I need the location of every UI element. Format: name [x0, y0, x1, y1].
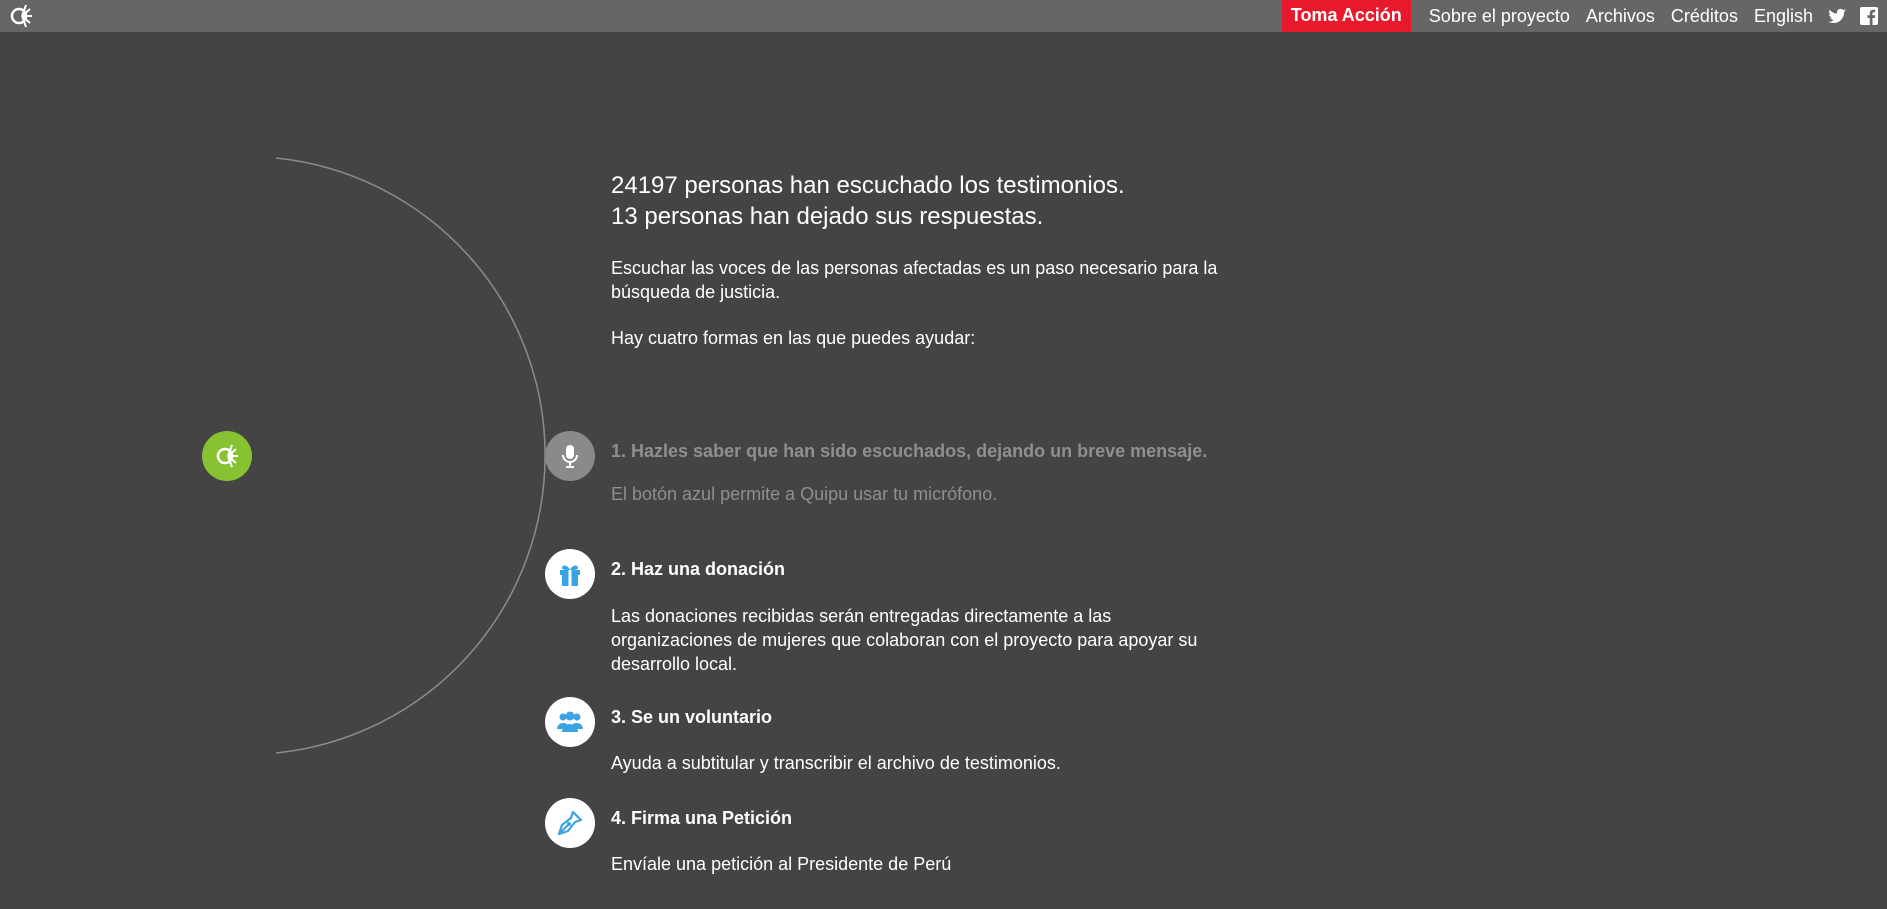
step-4-title: 4. Firma una Petición	[611, 808, 793, 828]
quipu-logo-icon[interactable]	[8, 3, 34, 29]
step-4-icon-circle[interactable]	[545, 798, 595, 848]
pen-nib-icon	[557, 810, 583, 836]
step-2-icon-circle[interactable]	[545, 549, 595, 599]
intro-section: 24197 personas han escuchado los testimo…	[611, 170, 1231, 350]
main-nav: Toma Acción Sobre el proyecto Archivos C…	[1281, 0, 1887, 32]
quipu-hub-icon	[216, 444, 238, 468]
step-1-description: El botón azul permite a Quipu usar tu mi…	[611, 484, 998, 504]
nav-link-about[interactable]: Sobre el proyecto	[1429, 0, 1570, 32]
step-2-title: 2. Haz una donación	[611, 559, 786, 579]
help-intro: Hay cuatro formas en las que puedes ayud…	[611, 328, 976, 348]
responses-count: 13 personas han dejado sus respuestas.	[611, 203, 1044, 230]
microphone-icon	[562, 445, 578, 468]
nav-link-archives[interactable]: Archivos	[1586, 0, 1655, 32]
twitter-icon[interactable]	[1827, 6, 1847, 26]
step-3-description: Ayuda a subtitular y transcribir el arch…	[611, 753, 1061, 773]
nav-link-credits[interactable]: Créditos	[1671, 0, 1738, 32]
gift-icon	[560, 565, 580, 586]
step-1-icon-circle[interactable]	[545, 431, 595, 481]
step-3-icon-circle[interactable]	[545, 697, 595, 747]
listeners-count: 24197 personas han escuchado los testimo…	[611, 172, 1125, 199]
intro-paragraph: Escuchar las voces de las personas afect…	[611, 258, 1218, 302]
step-2-description: Las donaciones recibidas serán entregada…	[611, 606, 1198, 674]
step-3-title: 3. Se un voluntario	[611, 707, 773, 727]
step-1-title: 1. Hazles saber que han sido escuchados,…	[611, 441, 1208, 461]
hub-logo-button[interactable]	[202, 431, 252, 481]
nav-link-language[interactable]: English	[1754, 0, 1813, 32]
facebook-icon[interactable]	[1859, 6, 1879, 26]
top-nav-bar: Toma Acción Sobre el proyecto Archivos C…	[0, 0, 1887, 32]
take-action-link[interactable]: Toma Acción	[1281, 0, 1411, 32]
group-icon	[557, 711, 583, 732]
step-4-description: Envíale una petición al Presidente de Pe…	[611, 854, 952, 874]
